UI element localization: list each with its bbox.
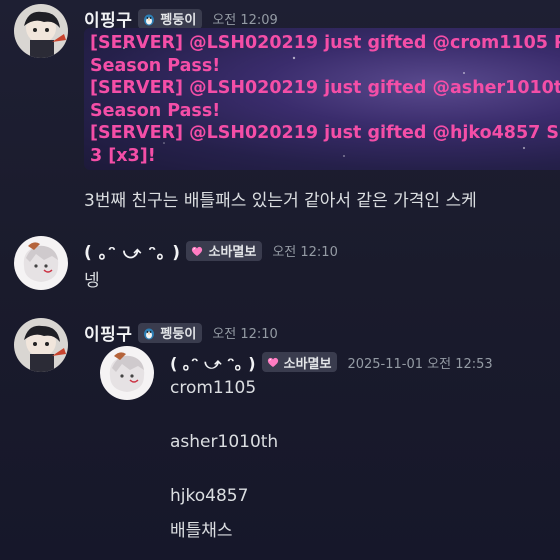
role-tag-label: 펭둥이 [160, 13, 197, 28]
message-header: ( ｡ᵔ ⤻ ᵔ｡ ) 소바멸보 오전 12:10 [84, 238, 338, 263]
role-tag[interactable]: 펭둥이 [138, 322, 203, 343]
username[interactable]: ( ｡ᵔ ⤻ ᵔ｡ ) [84, 238, 180, 263]
role-tag-label: 소바멸보 [208, 245, 257, 260]
embed-line: [SERVER] @LSH020219 just gifted @hjko485… [90, 123, 560, 143]
forwarded-line: hjko4857 [170, 486, 249, 506]
forwarded-line: 배틀채스 [170, 521, 233, 541]
forwarded-avatar[interactable] [100, 346, 154, 400]
avatar[interactable] [14, 4, 68, 58]
penguin-icon [144, 14, 155, 25]
forwarded-line: asher1010th [170, 432, 279, 452]
heart-icon [192, 246, 203, 256]
role-tag[interactable]: 소바멸보 [261, 352, 338, 372]
embed-line: Season Pass! [90, 100, 221, 121]
chat-view: 이핑구 펭둥이 오전 12:09 [SERVER] @LSH020219 jus… [0, 0, 560, 560]
embed-line: [SERVER] @LSH020219 just gifted @asher10… [90, 78, 560, 98]
embed-line: 3 [x3]! [90, 145, 156, 166]
timestamp: 2025-11-01 오전 12:53 [347, 356, 493, 372]
message-text: 넹 [84, 271, 100, 291]
forwarded-username[interactable]: ( ｡ᵔ ⤻ ᵔ｡ ) [170, 350, 256, 374]
role-tag[interactable]: 펭둥이 [138, 8, 203, 29]
server-embed-image[interactable]: [SERVER] @LSH020219 just gifted @crom110… [84, 28, 560, 170]
avatar[interactable] [14, 318, 68, 372]
avatar[interactable] [14, 236, 68, 290]
role-tag-label: 소바멸보 [283, 356, 332, 372]
username[interactable]: 이핑구 [84, 320, 132, 345]
message-header: 이핑구 펭둥이 오전 12:10 [84, 320, 278, 345]
penguin-icon [144, 328, 155, 339]
timestamp: 오전 12:09 [212, 13, 278, 28]
forwarded-header: ( ｡ᵔ ⤻ ᵔ｡ ) 소바멸보 2025-11-01 오전 12:53 [170, 350, 493, 374]
forwarded-line: crom1105 [170, 378, 257, 398]
embed-line: [SERVER] @LSH020219 just gifted @crom110… [90, 33, 560, 53]
embed-line: Season Pass! [90, 55, 221, 76]
heart-icon [267, 357, 278, 367]
message-text: 3번째 친구는 배틀패스 있는거 같아서 같은 가격인 스케 [84, 191, 477, 211]
embed-text: [SERVER] @LSH020219 just gifted @crom110… [90, 32, 560, 167]
timestamp: 오전 12:10 [212, 327, 278, 342]
role-tag[interactable]: 소바멸보 [186, 240, 263, 261]
timestamp: 오전 12:10 [272, 245, 338, 260]
role-tag-label: 펭둥이 [160, 327, 197, 342]
